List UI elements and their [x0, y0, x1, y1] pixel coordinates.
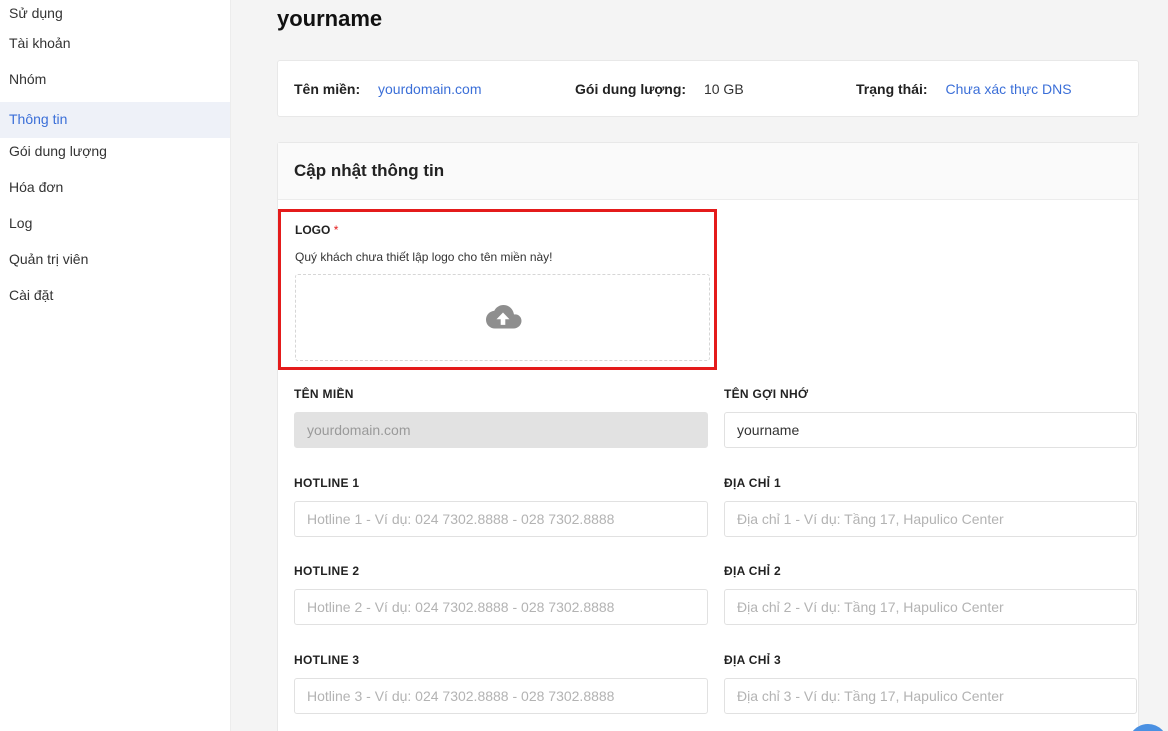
cloud-upload-icon [486, 305, 522, 329]
sidebar-item-invoices[interactable]: Hóa đơn [0, 174, 230, 210]
info-domain: Tên miền: yourdomain.com [294, 81, 482, 97]
domain-info-card: Tên miền: yourdomain.com Gói dung lượng:… [277, 60, 1139, 117]
address1-label: ĐỊA CHỈ 1 [724, 476, 781, 490]
logo-label: LOGO * [295, 223, 338, 237]
info-status-link[interactable]: Chưa xác thực DNS [945, 81, 1071, 97]
required-mark: * [333, 223, 339, 237]
update-info-form: Cập nhật thông tin LOGO * Quý khách chưa… [277, 142, 1139, 731]
sidebar-item-log[interactable]: Log [0, 210, 230, 246]
domain-field-label: TÊN MIỀN [294, 387, 354, 401]
sidebar-item-accounts[interactable]: Tài khoản [0, 30, 230, 66]
hotline1-input[interactable] [294, 501, 708, 537]
logo-label-text: LOGO [295, 223, 331, 237]
address2-input[interactable] [724, 589, 1137, 625]
main-content: yourname Tên miền: yourdomain.com Gói du… [231, 0, 1168, 731]
info-domain-label: Tên miền: [294, 81, 361, 97]
sidebar-item-info[interactable]: Thông tin [0, 102, 230, 138]
sidebar: Sử dụng Tài khoản Nhóm Thông tin Gói dun… [0, 0, 231, 731]
alias-field-label: TÊN GỢI NHỚ [724, 387, 809, 401]
info-status: Trạng thái: Chưa xác thực DNS [856, 81, 1072, 97]
hotline3-label: HOTLINE 3 [294, 653, 360, 667]
logo-section: LOGO * Quý khách chưa thiết lập logo cho… [278, 209, 717, 370]
address2-label: ĐỊA CHỈ 2 [724, 564, 781, 578]
info-status-label: Trạng thái: [856, 81, 928, 97]
info-storage-label: Gói dung lượng: [575, 81, 687, 97]
info-storage: Gói dung lượng: 10 GB [575, 81, 744, 97]
hotline1-label: HOTLINE 1 [294, 476, 360, 490]
page-title: yourname [277, 6, 383, 31]
hotline2-label: HOTLINE 2 [294, 564, 360, 578]
address1-input[interactable] [724, 501, 1137, 537]
sidebar-item-storage-plan[interactable]: Gói dung lượng [0, 138, 230, 174]
sidebar-item-usage[interactable]: Sử dụng [0, 0, 230, 30]
hotline2-input[interactable] [294, 589, 708, 625]
sidebar-item-groups[interactable]: Nhóm [0, 66, 230, 102]
logo-note: Quý khách chưa thiết lập logo cho tên mi… [295, 250, 553, 264]
address3-label: ĐỊA CHỈ 3 [724, 653, 781, 667]
logo-upload-dropzone[interactable] [295, 274, 710, 361]
address3-input[interactable] [724, 678, 1137, 714]
hotline3-input[interactable] [294, 678, 708, 714]
form-header: Cập nhật thông tin [278, 143, 1138, 200]
domain-input [294, 412, 708, 448]
info-domain-link[interactable]: yourdomain.com [378, 81, 482, 97]
sidebar-item-admins[interactable]: Quản trị viên [0, 246, 230, 282]
info-storage-value: 10 GB [703, 81, 744, 97]
form-title: Cập nhật thông tin [294, 161, 445, 180]
alias-input[interactable] [724, 412, 1137, 448]
sidebar-item-settings[interactable]: Cài đặt [0, 282, 230, 318]
